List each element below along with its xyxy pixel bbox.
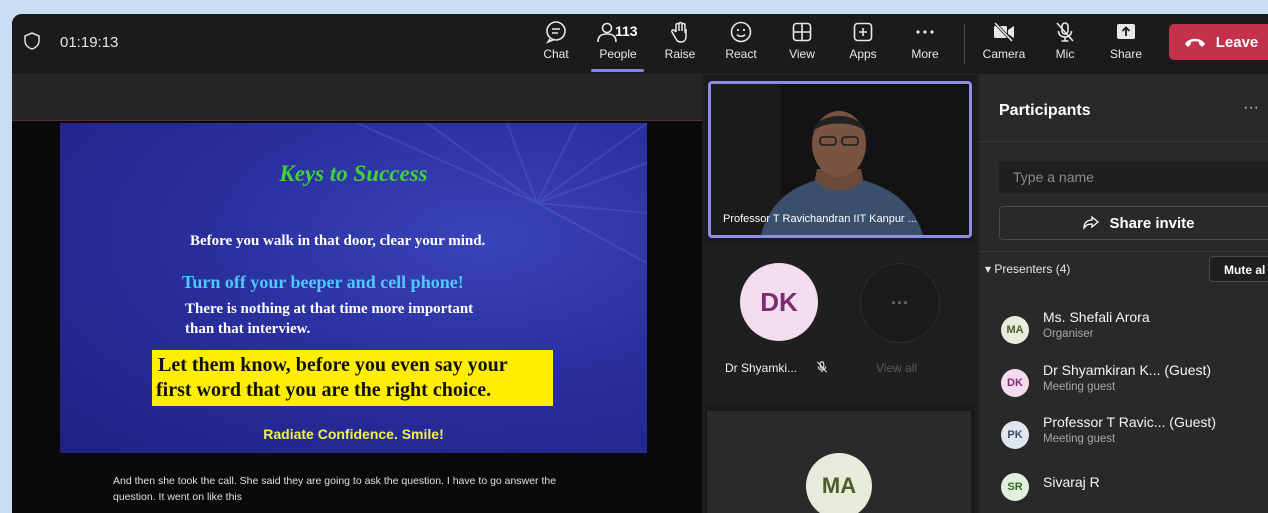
more-participants-button[interactable]: ··· xyxy=(860,263,940,343)
avatar: DK xyxy=(740,263,818,341)
more-button[interactable]: More xyxy=(909,20,941,70)
chat-icon xyxy=(545,21,566,44)
ellipsis-icon xyxy=(916,30,934,34)
avatar: MA xyxy=(806,453,872,513)
shield-icon xyxy=(24,32,40,50)
participant-item[interactable]: MA Ms. Shefali Arora Organiser xyxy=(999,308,1268,352)
participant-item[interactable]: PK Professor T Ravic... (Guest) Meeting … xyxy=(999,413,1268,457)
raise-label: Raise xyxy=(664,47,696,61)
slide-line-3b: than that interview. xyxy=(185,321,311,337)
teams-meeting-window: 01:19:13 Chat 113 People Raise React Vie… xyxy=(12,14,1268,513)
participant-role: Meeting guest xyxy=(1043,381,1116,393)
participant-role: Organiser xyxy=(1043,328,1094,340)
panel-more-button[interactable]: ··· xyxy=(1243,99,1259,117)
participant-search-input[interactable] xyxy=(999,161,1268,193)
presentation-slide: Keys to Success Before you walk in that … xyxy=(60,123,647,453)
presenters-section-toggle[interactable]: ▾ Presenters (4) xyxy=(985,262,1070,276)
leave-label: Leave xyxy=(1215,33,1259,51)
layout-grid-icon xyxy=(792,22,812,42)
react-button[interactable]: React xyxy=(724,20,758,70)
view-label: View xyxy=(789,47,815,61)
meeting-timer: 01:19:13 xyxy=(60,34,119,51)
participants-panel: Participants ··· Share invite ▾ Presente… xyxy=(979,75,1268,513)
add-app-icon xyxy=(853,22,873,42)
active-tab-indicator xyxy=(591,69,644,72)
people-button[interactable]: 113 People xyxy=(595,20,641,70)
toolbar-divider xyxy=(964,24,965,64)
apps-button[interactable]: Apps xyxy=(848,20,878,70)
mic-label: Mic xyxy=(1055,47,1075,61)
slide-highlight-line-2: first word that you are the right choice… xyxy=(156,379,492,401)
speaker-video-tile[interactable]: Professor T Ravichandran IIT Kanpur ... xyxy=(708,81,972,238)
presenters-label: Presenters (4) xyxy=(994,262,1071,276)
shared-content-stage: Keys to Success Before you walk in that … xyxy=(12,75,702,513)
slide-title: Keys to Success xyxy=(279,161,428,186)
smiley-icon xyxy=(730,21,752,43)
avatar: SR xyxy=(1001,473,1029,501)
panel-title: Participants xyxy=(999,102,1091,119)
panel-divider xyxy=(979,141,1268,142)
participant-name: Sivaraj R xyxy=(1043,474,1100,490)
slide-line-3a: There is nothing at that time more impor… xyxy=(185,301,474,317)
share-screen-icon xyxy=(1117,24,1135,39)
video-gallery: Professor T Ravichandran IIT Kanpur ... … xyxy=(705,75,975,513)
camera-label: Camera xyxy=(982,47,1026,61)
mic-off-icon xyxy=(1056,22,1074,42)
speaker-name: Professor T Ravichandran IIT Kanpur ... xyxy=(723,213,917,225)
participant-tile-ma[interactable]: MA xyxy=(707,411,971,513)
people-count-badge: 113 xyxy=(615,23,638,39)
participant-item[interactable]: SR Sivaraj R xyxy=(999,465,1268,509)
share-invite-label: Share invite xyxy=(1109,214,1195,232)
hand-icon xyxy=(671,21,687,43)
participant-item[interactable]: DK Dr Shyamkiran K... (Guest) Meeting gu… xyxy=(999,361,1268,405)
participant-tile-name: Dr Shyamki... xyxy=(725,361,798,375)
people-label: People xyxy=(599,47,637,61)
share-invite-button[interactable]: Share invite xyxy=(999,206,1268,240)
apps-label: Apps xyxy=(849,47,877,61)
slide-line-1: Before you walk in that door, clear your… xyxy=(190,233,486,249)
more-label: More xyxy=(911,47,939,61)
panel-divider xyxy=(979,251,1268,252)
camera-button[interactable]: Camera xyxy=(983,20,1025,70)
participant-name: Ms. Shefali Arora xyxy=(1043,309,1150,325)
mic-button[interactable]: Mic xyxy=(1053,20,1077,70)
chat-button[interactable]: Chat xyxy=(541,20,571,70)
camera-off-icon xyxy=(993,21,1014,43)
slide-footer: Radiate Confidence. Smile! xyxy=(263,426,444,442)
slide-viewport: Keys to Success Before you walk in that … xyxy=(12,120,702,513)
avatar: MA xyxy=(1001,316,1029,344)
leave-button[interactable]: Leave xyxy=(1169,24,1268,60)
chevron-down-icon: ▾ xyxy=(985,262,995,276)
share-icon xyxy=(1083,215,1100,231)
view-button[interactable]: View xyxy=(787,20,817,70)
share-button[interactable]: Share xyxy=(1110,20,1142,70)
meeting-toolbar: 01:19:13 Chat 113 People Raise React Vie… xyxy=(12,14,1268,75)
hang-up-icon xyxy=(1184,38,1205,47)
participant-name: Professor T Ravic... (Guest) xyxy=(1043,414,1216,430)
avatar: DK xyxy=(1001,369,1029,397)
mute-all-button[interactable]: Mute al xyxy=(1209,256,1268,282)
participant-tiles: DK ··· Dr Shyamki... View all xyxy=(705,245,975,405)
avatar: PK xyxy=(1001,421,1029,449)
share-label: Share xyxy=(1109,47,1143,61)
chat-label: Chat xyxy=(543,47,569,61)
mic-off-icon xyxy=(816,361,828,373)
slide-highlight-line-1: Let them know, before you even say your xyxy=(158,354,508,376)
react-label: React xyxy=(725,47,757,61)
participant-name: Dr Shyamkiran K... (Guest) xyxy=(1043,362,1212,378)
raise-hand-button[interactable]: Raise xyxy=(665,20,695,70)
live-caption: And then she took the call. She said the… xyxy=(113,475,557,503)
slide-highlight-box: Let them know, before you even say your … xyxy=(152,350,553,406)
participant-role: Meeting guest xyxy=(1043,433,1116,445)
slide-line-2: Turn off your beeper and cell phone! xyxy=(182,272,464,292)
view-all-link[interactable]: View all xyxy=(876,361,917,375)
